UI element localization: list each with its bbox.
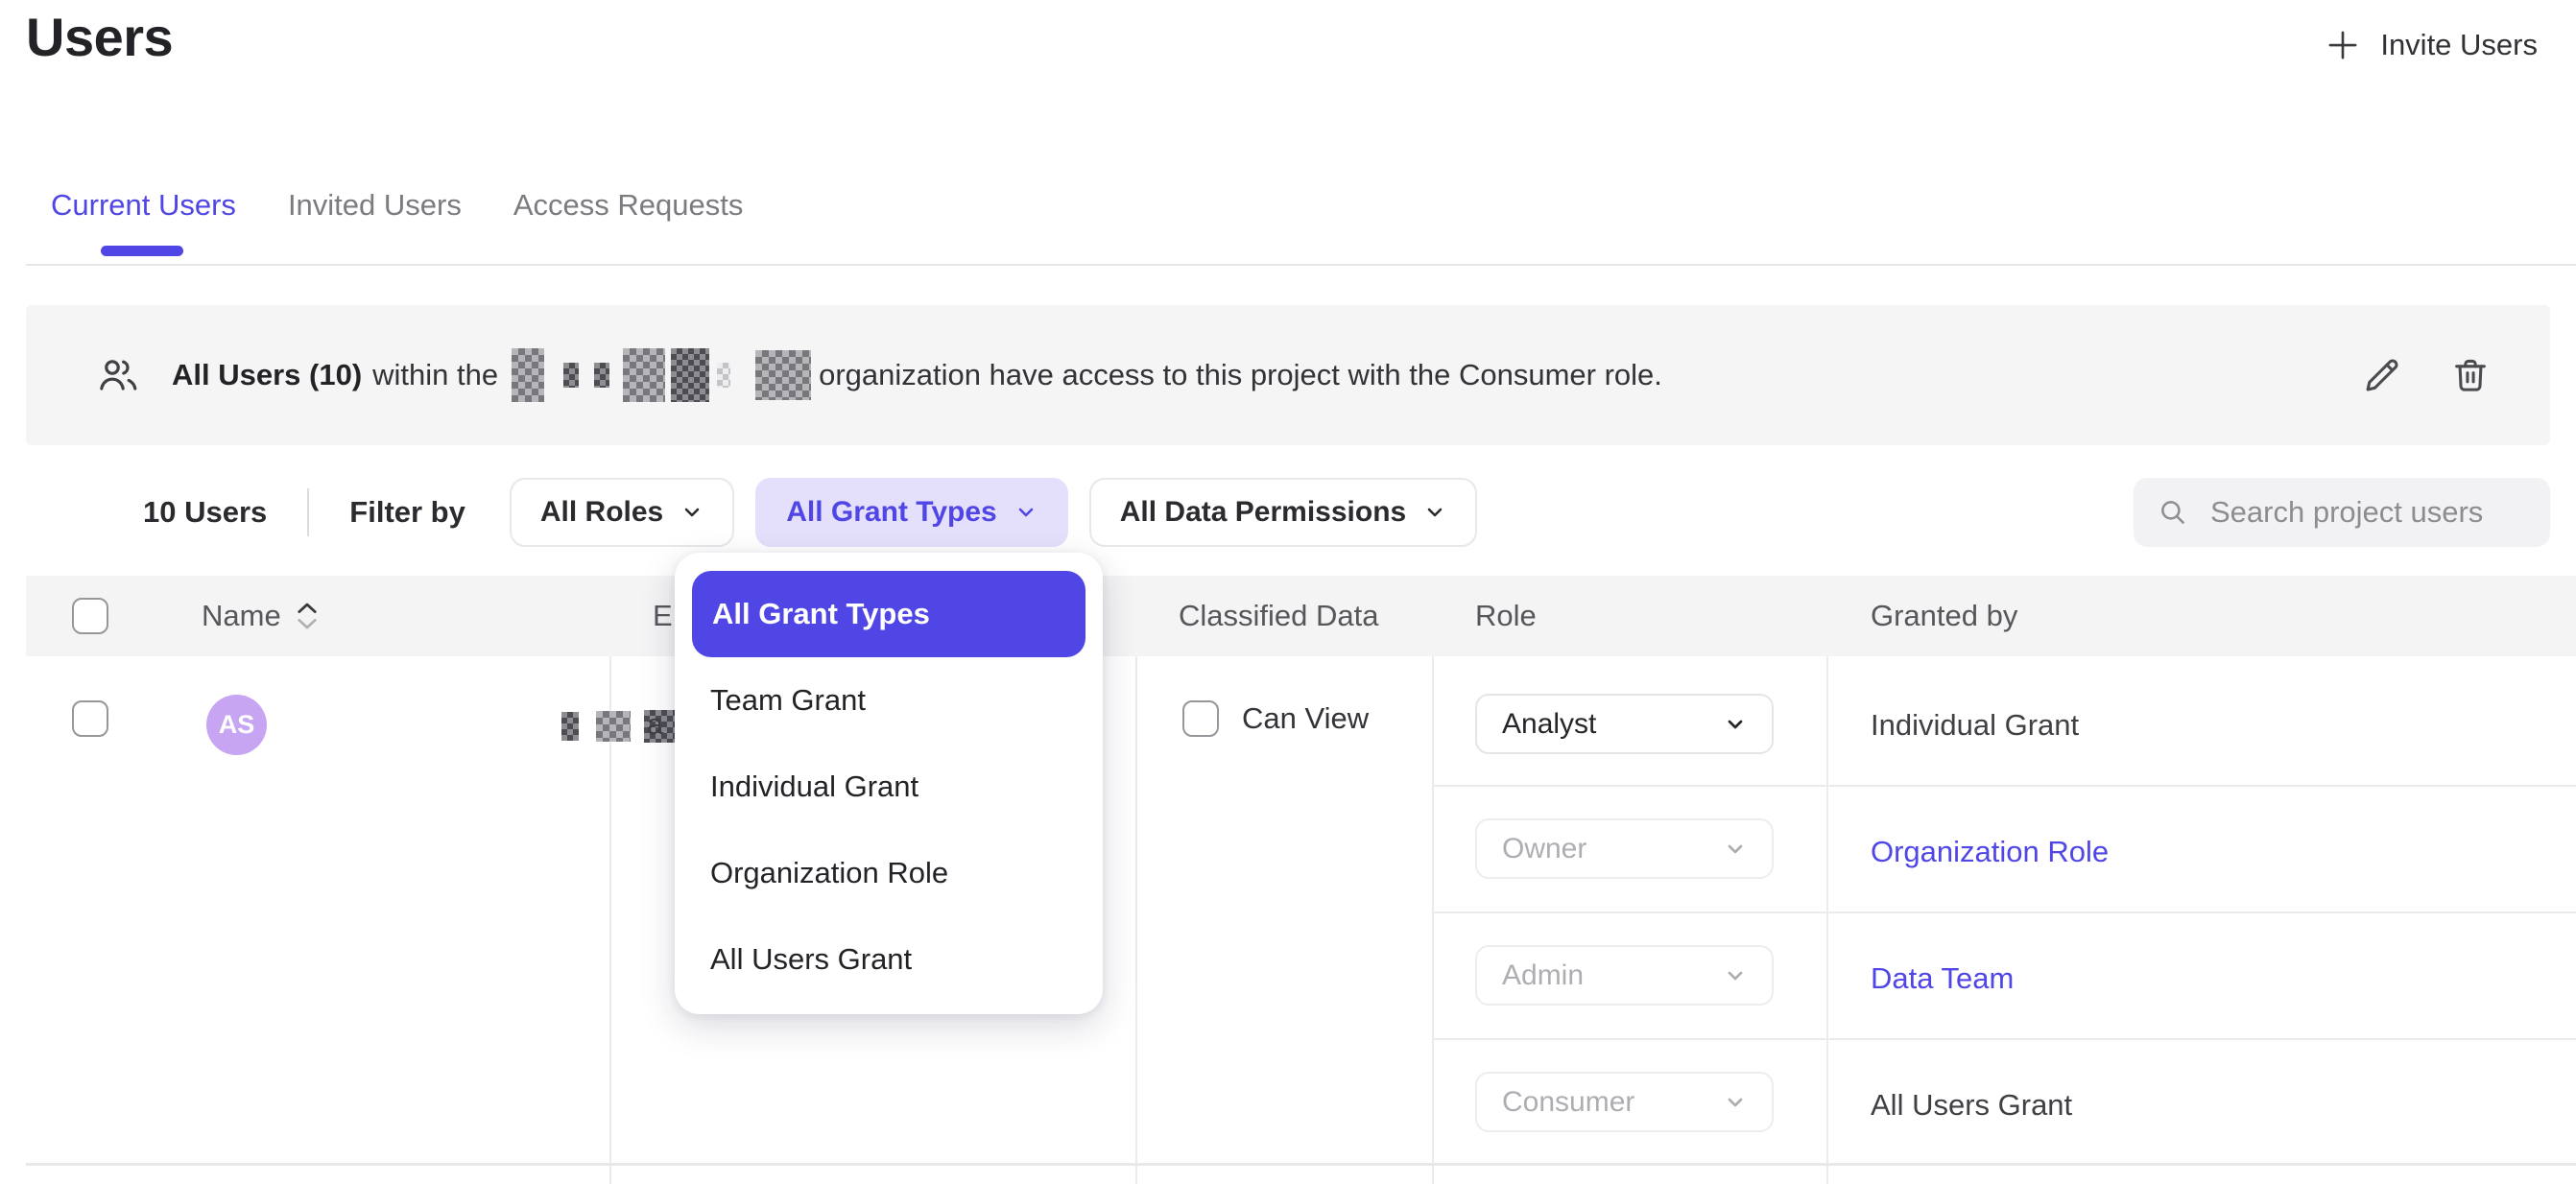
chevron-down-icon [1724, 838, 1747, 861]
grant-row-divider [1432, 912, 2576, 913]
row-checkbox[interactable] [72, 700, 108, 737]
dropdown-item-all-users-grant[interactable]: All Users Grant [710, 916, 912, 1003]
avatar: AS [206, 695, 267, 755]
dropdown-item-all-grant-types-selected[interactable]: All Grant Types [692, 571, 1085, 657]
role-select-value: Owner [1502, 833, 1586, 865]
role-select-value: Consumer [1502, 1086, 1634, 1119]
people-icon [95, 352, 141, 398]
user-count: 10 Users [143, 495, 267, 530]
invite-users-button[interactable]: Invite Users [2323, 25, 2538, 65]
grant-row-divider [1432, 1038, 2576, 1040]
column-header-role: Role [1475, 576, 1537, 656]
sort-icon [297, 602, 318, 630]
banner-users-count: All Users (10) [172, 358, 362, 392]
grant-types-dropdown: All Grant Types Team Grant Individual Gr… [675, 553, 1103, 1014]
role-select-consumer: Consumer [1475, 1072, 1774, 1132]
banner-text-before: within the [372, 358, 498, 392]
can-view-label: Can View [1242, 701, 1369, 736]
row-bottom-divider [26, 1163, 2576, 1166]
filter-bar: 10 Users Filter by All Roles All Grant T… [26, 478, 2550, 547]
all-roles-label: All Roles [540, 496, 663, 529]
granted-by-all-users-grant: All Users Grant [1871, 1088, 2072, 1123]
page-title: Users [26, 6, 173, 68]
all-users-banner: All Users (10) within the organization h… [26, 305, 2550, 445]
tab-bar: Current Users Invited Users Access Reque… [51, 188, 743, 223]
column-header-name[interactable]: Name [202, 576, 318, 656]
chevron-down-icon [1724, 964, 1747, 987]
dropdown-item-team-grant[interactable]: Team Grant [710, 657, 866, 744]
delete-grant-button[interactable] [2448, 353, 2493, 397]
column-header-email: E [653, 576, 673, 656]
grant-row-divider [1432, 785, 2576, 787]
all-data-permissions-label: All Data Permissions [1120, 496, 1406, 529]
all-data-permissions-filter[interactable]: All Data Permissions [1089, 478, 1477, 547]
banner-actions [2360, 305, 2493, 445]
chevron-down-icon [1014, 501, 1038, 524]
column-divider [1135, 656, 1137, 1184]
filter-by-label: Filter by [349, 495, 465, 530]
search-box [2134, 478, 2550, 547]
role-select-value: Analyst [1502, 708, 1596, 741]
granted-by-individual-grant: Individual Grant [1871, 708, 2079, 743]
table-header: Name E Classified Data Role Granted by [26, 576, 2576, 656]
column-divider [1432, 656, 1434, 1184]
plus-icon [2323, 25, 2363, 65]
granted-by-data-team-link[interactable]: Data Team [1871, 961, 2014, 996]
tab-invited-users[interactable]: Invited Users [288, 188, 462, 223]
classified-data-cell: Can View [1182, 700, 1369, 737]
column-header-classified-data: Classified Data [1179, 576, 1378, 656]
edit-grant-button[interactable] [2360, 353, 2404, 397]
all-roles-filter[interactable]: All Roles [510, 478, 734, 547]
column-header-granted-by: Granted by [1871, 576, 2017, 656]
search-input[interactable] [2208, 494, 2539, 531]
chevron-down-icon [1724, 713, 1747, 736]
trash-icon [2448, 353, 2493, 397]
banner-text: All Users (10) within the organization h… [172, 348, 1662, 402]
dropdown-item-individual-grant[interactable]: Individual Grant [710, 744, 918, 830]
filter-bar-divider [307, 488, 309, 536]
column-divider [1826, 656, 1828, 1184]
chevron-down-icon [1724, 1091, 1747, 1114]
role-select-owner: Owner [1475, 818, 1774, 879]
invite-users-label: Invite Users [2380, 28, 2538, 62]
role-select-admin: Admin [1475, 945, 1774, 1006]
role-select-analyst[interactable]: Analyst [1475, 694, 1774, 754]
active-tab-indicator [101, 246, 183, 256]
redacted-org-name [512, 348, 811, 402]
chevron-down-icon [1423, 501, 1446, 524]
banner-text-after: organization have access to this project… [819, 358, 1662, 392]
tab-access-requests[interactable]: Access Requests [513, 188, 744, 223]
tabs-divider [26, 264, 2576, 266]
dropdown-item-organization-role[interactable]: Organization Role [710, 830, 948, 916]
tab-current-users[interactable]: Current Users [51, 188, 236, 223]
users-page: Users Invite Users Current Users Invited… [0, 0, 2576, 1184]
granted-by-organization-role-link[interactable]: Organization Role [1871, 835, 2109, 869]
search-icon [2157, 496, 2189, 529]
user-email-partial: a [647, 707, 663, 742]
chevron-down-icon [680, 501, 704, 524]
all-grant-types-filter[interactable]: All Grant Types [755, 478, 1068, 547]
name-header-label: Name [202, 599, 281, 633]
all-grant-types-label: All Grant Types [786, 496, 997, 529]
role-select-value: Admin [1502, 959, 1584, 992]
pencil-icon [2360, 353, 2404, 397]
can-view-checkbox[interactable] [1182, 700, 1219, 737]
select-all-checkbox[interactable] [72, 598, 108, 634]
